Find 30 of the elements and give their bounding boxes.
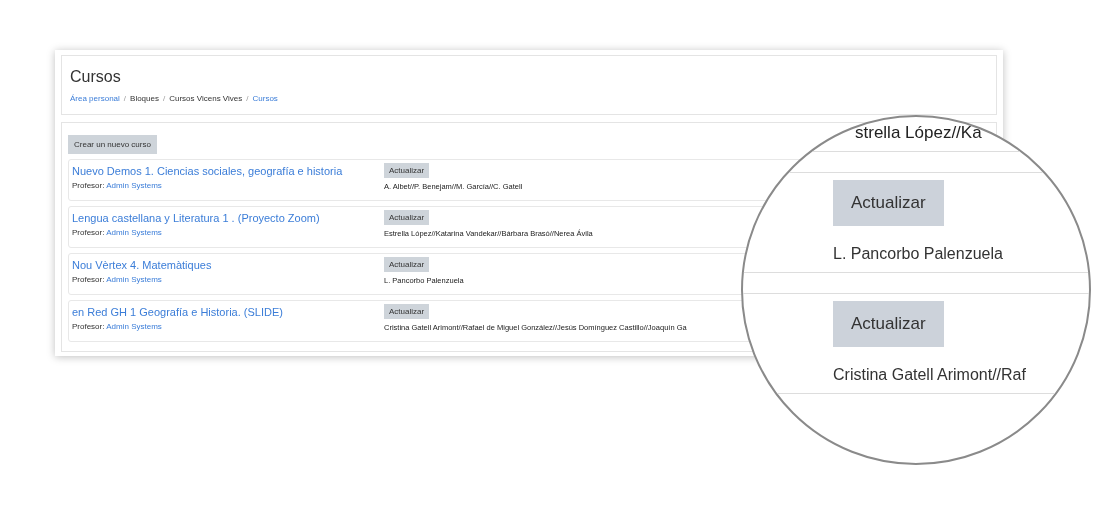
- breadcrumb-link[interactable]: Cursos: [252, 94, 278, 103]
- authors-text: strella López//Ka: [855, 123, 982, 142]
- authors-text: L. Pancorbo Palenzuela: [833, 245, 1003, 263]
- breadcrumb-separator: /: [123, 94, 127, 103]
- page-title: Cursos: [70, 68, 122, 86]
- update-button[interactable]: Actualizar: [833, 301, 944, 347]
- teacher-link[interactable]: Admin Systems: [106, 181, 162, 190]
- authors-text: Cristina Gatell Arimont//Raf: [833, 366, 1026, 384]
- breadcrumb-item: Bloques: [130, 94, 159, 103]
- update-button[interactable]: Actualizar: [384, 304, 430, 319]
- teacher-link[interactable]: Admin Systems: [106, 322, 162, 331]
- breadcrumb-separator: /: [162, 94, 166, 103]
- teacher-label: Profesor:: [72, 181, 105, 190]
- update-button[interactable]: Actualizar: [384, 210, 430, 225]
- teacher-label: Profesor:: [72, 322, 105, 331]
- teacher-label: Profesor:: [72, 228, 105, 237]
- course-title-link[interactable]: en Red GH 1 Geografía e Historia. (SLIDE): [72, 306, 384, 318]
- breadcrumb-item: Cursos Vicens Vives: [169, 94, 243, 103]
- update-button[interactable]: Actualizar: [833, 180, 944, 226]
- breadcrumb-separator: /: [246, 94, 249, 103]
- teacher-label: Profesor:: [72, 275, 105, 284]
- teacher-link[interactable]: Admin Systems: [106, 275, 162, 284]
- breadcrumb-link[interactable]: Área personal: [70, 94, 120, 103]
- course-title-link[interactable]: Nuevo Demos 1. Ciencias sociales, geografía e historia: [72, 165, 384, 177]
- course-title-link[interactable]: Lengua castellana y Literatura 1 . (Proyecto Zoom): [72, 212, 384, 224]
- update-button[interactable]: Actualizar: [384, 163, 430, 178]
- create-course-button[interactable]: Crear un nuevo curso: [68, 135, 157, 154]
- teacher-link[interactable]: Admin Systems: [106, 228, 162, 237]
- update-button[interactable]: Actualizar: [384, 257, 430, 272]
- course-title-link[interactable]: Nou Vèrtex 4. Matemàtiques: [72, 259, 384, 271]
